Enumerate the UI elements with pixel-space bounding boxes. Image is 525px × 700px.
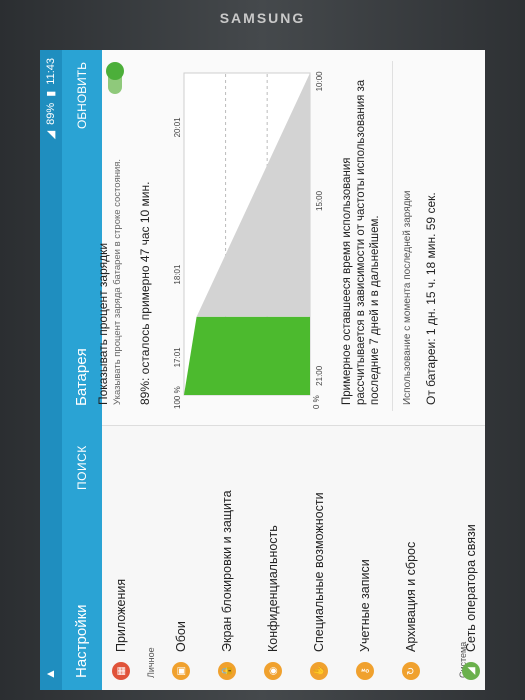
chart-x-tick-label: 15:00: [315, 190, 324, 211]
show-percent-subtitle: Указывать процент заряда батареи в строк…: [112, 158, 123, 405]
sidebar-item-label: Специальные возможности: [312, 492, 326, 652]
sidebar-item-backup[interactable]: ↻ Архивация и сброс: [398, 426, 424, 690]
from-battery: От батареи: 1 дн. 15 ч. 18 мин. 59 сек.: [424, 192, 438, 405]
chart-series-area-0: [184, 316, 310, 395]
clock: 11:43: [44, 58, 57, 85]
sidebar-item-label: Приложения: [114, 578, 128, 652]
chart-x-tick-label: 17:01: [173, 347, 182, 368]
network-icon: ◢: [462, 662, 480, 680]
sidebar-item-wallpaper[interactable]: ▣ Обои: [168, 426, 194, 690]
battery-title: Батарея: [73, 348, 90, 406]
apps-icon: ▦: [112, 662, 130, 680]
settings-title: Настройки: [73, 604, 90, 678]
sidebar-item-label: Сеть оператора связи: [464, 524, 478, 652]
sidebar-item-label: Экран блокировки и защита: [220, 490, 234, 652]
signal-icon: ◢: [45, 130, 57, 140]
battery-icon: ▮: [45, 90, 57, 97]
sidebar-item-key[interactable]: ⚷ Учетные записи: [352, 426, 378, 690]
status-bar: ▲ ◢ 89% ▮ 11:43: [40, 50, 62, 690]
search-button[interactable]: ПОИСК: [75, 445, 89, 490]
chart-x-tick-label: 18:01: [173, 264, 182, 285]
chart-y-tick-label: 0 %: [312, 395, 321, 409]
backup-icon: ↻: [402, 662, 420, 680]
sidebar-item-lock[interactable]: 🔒 Экран блокировки и защита: [214, 426, 240, 690]
sidebar-item-apps[interactable]: ▦ Приложения: [108, 426, 134, 690]
remaining-time: 89%: осталось примерно 47 час 10 мин.: [138, 181, 152, 405]
battery-panel: Показывать процент зарядки Указывать про…: [96, 50, 485, 425]
sidebar-item-label: Учетные записи: [358, 559, 372, 652]
wallpaper-icon: ▣: [172, 662, 190, 680]
chart-x-tick-label: 20:01: [173, 117, 182, 138]
lock-icon: 🔒: [218, 662, 236, 680]
battery-percent: 89%: [44, 102, 57, 125]
show-percent-toggle[interactable]: [108, 64, 122, 94]
privacy-icon: ◉: [264, 662, 282, 680]
tablet-screen: ▲ ◢ 89% ▮ 11:43 Настройки ПОИСК Батарея …: [40, 50, 485, 690]
section-personal: Личное: [146, 647, 156, 678]
divider: [392, 61, 393, 411]
chart-x-tick-label: 10:00: [315, 71, 324, 92]
refresh-button[interactable]: ОБНОВИТЬ: [75, 62, 89, 129]
key-icon: ⚷: [356, 662, 374, 680]
accessibility-icon: ✋: [310, 662, 328, 680]
device-brand-logo: SAMSUNG: [219, 10, 306, 26]
chart-y-tick-label: 100 %: [173, 386, 182, 409]
sidebar-item-network[interactable]: ◢ Сеть оператора связи: [458, 426, 484, 690]
estimate-note: Примерное оставшееся время использования…: [341, 79, 381, 405]
sidebar-item-accessibility[interactable]: ✋ Специальные возможности: [306, 426, 332, 690]
chart-x-tick-label: 21:00: [315, 365, 324, 386]
notification-icon: ▲: [43, 668, 57, 680]
sidebar-item-label: Архивация и сброс: [404, 541, 418, 652]
sidebar-item-privacy[interactable]: ◉ Конфиденциальность: [260, 426, 286, 690]
sidebar-item-label: Обои: [174, 621, 188, 652]
settings-sidebar: ▦ Приложения Личное ▣ Обои 🔒 Экран блокиров…: [102, 425, 485, 690]
since-charge-label: Использование с момента последней зарядк…: [402, 190, 413, 405]
sidebar-item-label: Конфиденциальность: [266, 525, 280, 652]
battery-usage-chart: 100 % 0 % 17:01 18:01 20:01 21:00 15:00 10:00: [173, 71, 324, 409]
show-percent-title: Показывать процент зарядки: [96, 242, 110, 405]
